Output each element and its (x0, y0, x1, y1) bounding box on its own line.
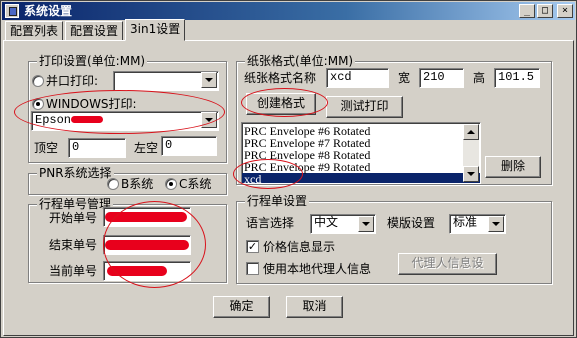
redaction-mark (71, 116, 103, 123)
windows-print-label: WINDOWS打印: (46, 97, 137, 111)
redaction-mark (107, 266, 167, 276)
scroll-up-icon[interactable] (463, 124, 479, 140)
paper-width-label: 宽 (398, 71, 411, 85)
tab-3in1-settings[interactable]: 3in1设置 (125, 19, 186, 41)
maximize-button[interactable]: □ (537, 4, 553, 18)
start-number-label: 开始单号 (49, 211, 98, 225)
use-local-agent-label: 使用本地代理人信息 (263, 262, 372, 276)
tab-config-settings[interactable]: 配置设置 (65, 21, 124, 40)
cancel-button[interactable]: 取消 (286, 296, 343, 318)
paper-name-input[interactable]: xcd (326, 68, 389, 88)
list-item[interactable]: PRC Envelope #9 Rotated (242, 161, 480, 173)
ok-button[interactable]: 确定 (213, 296, 270, 318)
windows-printer-value: Epson (35, 113, 72, 127)
list-item-selected[interactable]: xcd (242, 173, 480, 183)
chevron-down-icon[interactable] (488, 216, 504, 232)
template-value: 标准 (453, 216, 478, 230)
chevron-down-icon[interactable] (358, 216, 374, 232)
language-select[interactable]: 中文 (310, 214, 376, 234)
create-format-button[interactable]: 创建格式 (246, 93, 316, 115)
paper-format-list[interactable]: PRC Envelope #6 Rotated PRC Envelope #7 … (241, 122, 481, 184)
top-margin-input[interactable]: 0 (68, 138, 126, 158)
show-price-checkbox[interactable]: ✓ (246, 240, 259, 253)
list-scrollbar[interactable] (463, 124, 479, 182)
paper-width-input[interactable]: 210 (419, 68, 464, 88)
scroll-down-icon[interactable] (463, 166, 479, 182)
minimize-button[interactable]: _ (519, 4, 535, 18)
app-icon (5, 4, 19, 18)
chevron-down-icon[interactable] (201, 112, 217, 128)
pnr-system-legend: PNR系统选择 (37, 166, 114, 180)
c-system-radio[interactable] (165, 178, 177, 190)
current-number-label: 当前单号 (49, 264, 98, 278)
paper-name-label: 纸张格式名称 (244, 71, 317, 85)
windows-print-radio[interactable] (32, 98, 44, 110)
print-settings-legend: 打印设置(单位:MM) (37, 54, 148, 68)
b-system-label: B系统 (121, 177, 154, 191)
paper-height-label: 高 (473, 71, 486, 85)
parallel-print-radio[interactable] (32, 75, 44, 87)
use-local-agent-checkbox[interactable] (246, 262, 259, 275)
show-price-label: 价格信息显示 (263, 240, 336, 254)
left-margin-label: 左空 (134, 141, 159, 155)
redaction-mark (105, 212, 187, 222)
agent-info-button[interactable]: 代理人信息设 (398, 253, 497, 275)
test-print-button[interactable]: 测试打印 (326, 96, 403, 118)
end-number-label: 结束单号 (49, 238, 98, 252)
language-label: 语言选择 (246, 216, 295, 230)
paper-height-input[interactable]: 101.5 (494, 68, 540, 88)
itinerary-settings-legend: 行程单设置 (245, 194, 310, 208)
b-system-radio[interactable] (107, 178, 119, 190)
ticket-number-legend: 行程单号管理 (37, 197, 114, 211)
left-margin-input[interactable]: 0 (161, 136, 217, 156)
close-button[interactable]: × (557, 4, 573, 18)
tab-config-list[interactable]: 配置列表 (5, 21, 64, 40)
language-value: 中文 (314, 216, 339, 230)
windows-printer-select[interactable]: Epson (31, 111, 219, 131)
redaction-mark (105, 240, 189, 250)
template-label: 模版设置 (387, 216, 436, 230)
delete-button[interactable]: 删除 (485, 156, 541, 178)
window-title: 系统设置 (24, 4, 73, 18)
top-margin-label: 顶空 (34, 141, 59, 155)
template-select[interactable]: 标准 (449, 214, 506, 234)
settings-window: 系统设置 _ □ × 配置列表 配置设置 3in1设置 打印设置(单位:MM) … (0, 0, 577, 338)
chevron-down-icon[interactable] (201, 72, 217, 88)
c-system-label: C系统 (179, 177, 212, 191)
parallel-print-label: 并口打印: (46, 74, 99, 88)
paper-format-legend: 纸张格式(单位:MM) (245, 54, 356, 68)
title-bar[interactable]: 系统设置 _ □ × (2, 2, 575, 20)
